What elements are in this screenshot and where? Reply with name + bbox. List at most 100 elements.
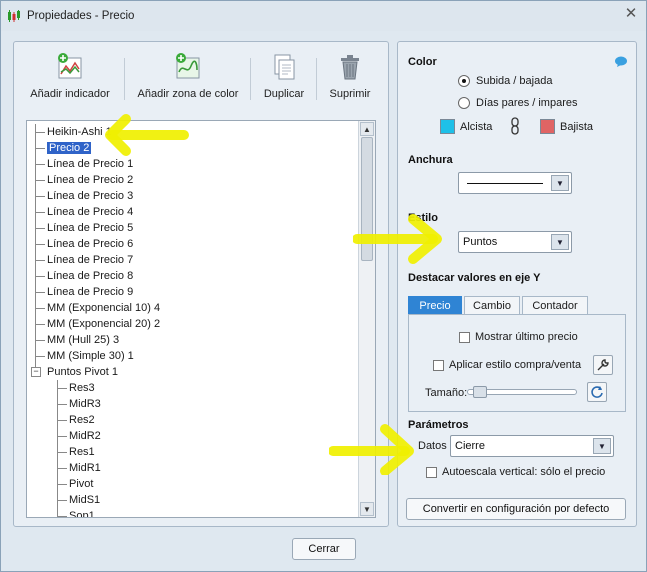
tree-child-item[interactable]: Res2 — [69, 412, 95, 428]
tree-child-item[interactable]: MidR1 — [69, 460, 101, 476]
radio-even-odd-label: Días pares / impares — [476, 97, 578, 109]
params-section-title: Parámetros — [408, 419, 469, 431]
wrench-icon — [597, 359, 609, 371]
tab-precio[interactable]: Precio — [408, 296, 462, 314]
help-bubble-icon[interactable] — [614, 56, 628, 68]
tab-cambio[interactable]: Cambio — [464, 296, 520, 314]
window-title: Propiedades - Precio — [27, 10, 135, 22]
tree-connector-line — [57, 420, 67, 421]
tree-connector-line — [35, 212, 45, 213]
tree-item-label: Res3 — [69, 382, 95, 394]
tree-item[interactable]: Línea de Precio 4 — [47, 204, 133, 220]
tree-connector-line — [57, 388, 67, 389]
tree-item[interactable]: Línea de Precio 9 — [47, 284, 133, 300]
tree-item[interactable]: Línea de Precio 3 — [47, 188, 133, 204]
tree-connector-line — [57, 452, 67, 453]
tree-item-label: Sop1 — [69, 510, 95, 518]
tree-connector-line — [57, 468, 67, 469]
autoscale-checkbox[interactable] — [426, 467, 437, 478]
tree-item-label: Línea de Precio 1 — [47, 158, 134, 170]
tree-item[interactable]: MM (Simple 30) 1 — [47, 348, 134, 364]
tree-child-item[interactable]: MidR3 — [69, 396, 101, 412]
size-slider-thumb[interactable] — [472, 386, 487, 398]
scroll-down-icon[interactable]: ▼ — [360, 502, 374, 516]
close-icon[interactable]: ✕ — [624, 6, 638, 21]
data-select[interactable]: Cierre ▼ — [450, 435, 614, 457]
tree-item-label: Línea de Precio 5 — [47, 222, 134, 234]
show-last-price-checkbox[interactable] — [459, 332, 470, 343]
tree-item[interactable]: Línea de Precio 7 — [47, 252, 133, 268]
chevron-down-icon[interactable]: ▼ — [551, 234, 569, 250]
delete-label: Suprimir — [329, 88, 371, 100]
tree-child-item[interactable]: MidS1 — [69, 492, 100, 508]
tree-connector-line — [57, 436, 67, 437]
add-color-zone-button[interactable]: Añadir zona de color — [132, 52, 244, 100]
tree-child-item[interactable]: Res3 — [69, 380, 95, 396]
tree-item-label: MidR3 — [69, 398, 101, 410]
indicator-tree[interactable]: ▲ ▼ Heikin-Ashi 1 Precio 2 Línea de Precio… — [26, 120, 376, 518]
tree-connector-line — [35, 260, 45, 261]
tree-item[interactable]: Línea de Precio 6 — [47, 236, 133, 252]
radio-up-down[interactable] — [458, 75, 470, 87]
tree-item-label: Precio 2 — [47, 142, 92, 154]
tree-item[interactable]: Puntos Pivot 1 — [47, 364, 118, 380]
style-select[interactable]: Puntos ▼ — [458, 231, 572, 253]
tree-item[interactable]: Línea de Precio 8 — [47, 268, 133, 284]
tree-connector-line — [35, 356, 45, 357]
highlight-tab-content: Mostrar último precio Aplicar estilo com… — [408, 314, 626, 412]
scroll-thumb[interactable] — [361, 137, 373, 261]
tree-item-selected[interactable]: Precio 2 — [47, 140, 92, 156]
tree-child-item[interactable]: Sop1 — [69, 508, 95, 518]
chain-link-icon[interactable] — [510, 117, 520, 135]
tree-item[interactable]: MM (Exponencial 20) 2 — [47, 316, 160, 332]
highlight-section-title: Destacar valores en eje Y — [408, 272, 541, 284]
trash-icon — [341, 55, 359, 80]
add-indicator-icon — [58, 53, 82, 79]
tree-item-label: MidS1 — [69, 494, 101, 506]
tree-item-label: Res1 — [69, 446, 95, 458]
apply-buy-sell-checkbox[interactable] — [433, 360, 444, 371]
duplicate-button[interactable]: Duplicar — [258, 52, 310, 100]
tree-item[interactable]: MM (Hull 25) 3 — [47, 332, 119, 348]
tree-child-item[interactable]: Res1 — [69, 444, 95, 460]
close-button[interactable]: Cerrar — [292, 538, 356, 560]
title-bar: Propiedades - Precio ✕ — [1, 1, 646, 31]
tree-child-item[interactable]: MidR2 — [69, 428, 101, 444]
chevron-down-icon[interactable]: ▼ — [551, 175, 569, 191]
tree-item[interactable]: Línea de Precio 5 — [47, 220, 133, 236]
width-select[interactable]: ▼ — [458, 172, 572, 194]
tree-item[interactable]: Línea de Precio 1 — [47, 156, 133, 172]
toolbar-separator — [250, 58, 251, 100]
tree-connector-line — [57, 500, 67, 501]
tree-item[interactable]: Línea de Precio 2 — [47, 172, 133, 188]
tree-connector-line — [35, 132, 45, 133]
wrench-button[interactable] — [593, 355, 613, 375]
radio-even-odd[interactable] — [458, 97, 470, 109]
reset-size-button[interactable] — [587, 382, 607, 402]
bear-color-swatch[interactable] — [540, 119, 555, 134]
tree-item-label: Línea de Precio 7 — [47, 254, 134, 266]
tab-contador[interactable]: Contador — [522, 296, 588, 314]
tree-connector-line — [35, 180, 45, 181]
tree-item[interactable]: MM (Exponencial 10) 4 — [47, 300, 160, 316]
tree-connector-line — [35, 308, 45, 309]
tree-collapse-icon[interactable]: − — [31, 367, 41, 377]
default-config-button[interactable]: Convertir en configuración por defecto — [406, 498, 626, 520]
style-section-title: Estilo — [408, 212, 438, 224]
bull-color-swatch[interactable] — [440, 119, 455, 134]
style-select-value: Puntos — [463, 236, 498, 248]
chevron-down-icon[interactable]: ▼ — [593, 438, 611, 454]
tree-connector-line — [35, 148, 45, 149]
tree-connector-line — [35, 292, 45, 293]
scroll-up-icon[interactable]: ▲ — [360, 122, 374, 136]
tree-scrollbar[interactable]: ▲ ▼ — [358, 121, 375, 517]
tree-item-label: MM (Hull 25) 3 — [47, 334, 120, 346]
delete-button[interactable]: Suprimir — [324, 52, 376, 100]
tree-connector-line — [57, 516, 67, 517]
width-section-title: Anchura — [408, 154, 453, 166]
tree-connector-line — [57, 404, 67, 405]
add-indicator-button[interactable]: Añadir indicador — [20, 52, 120, 100]
tree-child-item[interactable]: Pivot — [69, 476, 93, 492]
properties-panel: Color Subida / bajada Días pares / impar… — [397, 41, 637, 527]
tree-item[interactable]: Heikin-Ashi 1 — [47, 124, 112, 140]
